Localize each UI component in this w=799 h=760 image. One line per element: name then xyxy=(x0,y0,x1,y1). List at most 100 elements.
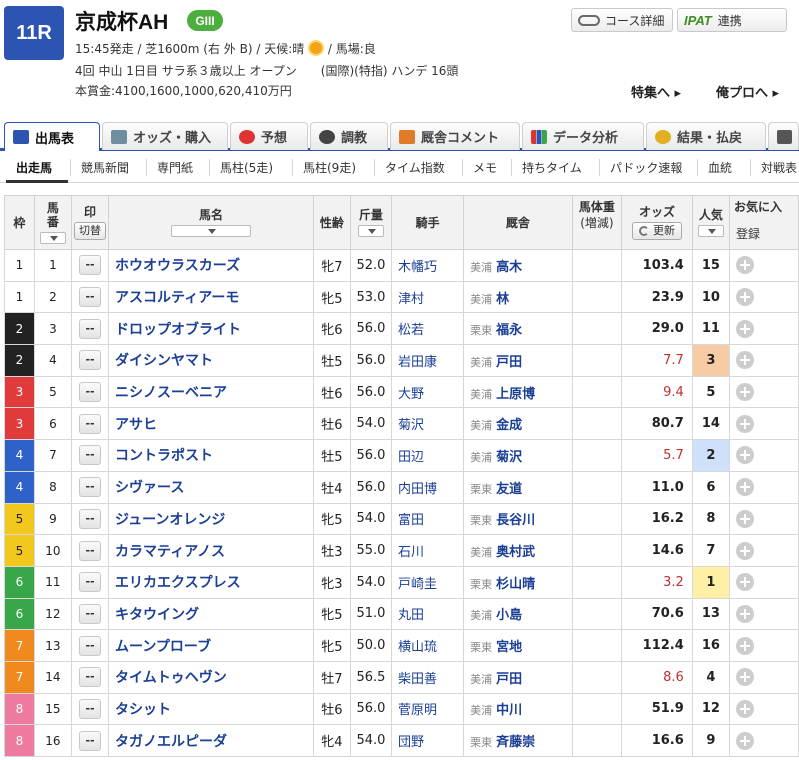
special-feature-link[interactable]: 特集へ ▸ xyxy=(631,82,681,101)
horse-name-link[interactable]: ニシノスーベニア xyxy=(108,375,314,409)
sort-dropdown-icon[interactable] xyxy=(39,232,66,244)
subnav-keiba-shinbun[interactable]: 競馬新聞 xyxy=(70,159,139,176)
mark-select-button[interactable]: -- xyxy=(79,540,102,561)
mark-select-button[interactable]: -- xyxy=(79,445,102,466)
subnav-time-index[interactable]: タイム指数 xyxy=(374,159,455,176)
mark-select-button[interactable]: -- xyxy=(79,255,102,276)
col-ninki[interactable]: 人気 xyxy=(691,195,731,250)
ipat-link-button[interactable]: IPAT 連携 xyxy=(677,8,787,32)
horse-name-link[interactable]: ドロップオブライト xyxy=(108,312,314,346)
subnav-umabashira-9[interactable]: 馬柱(9走) xyxy=(292,159,366,176)
tab-shutsubahyo[interactable]: 出馬表 xyxy=(4,122,100,151)
tab-video[interactable] xyxy=(768,122,799,150)
jockey-link[interactable]: 津村 xyxy=(391,280,465,314)
jockey-link[interactable]: 松若 xyxy=(391,312,465,346)
mark-select-button[interactable]: -- xyxy=(79,572,102,593)
subnav-paddock[interactable]: パドック速報 xyxy=(599,159,692,176)
mark-select-button[interactable]: -- xyxy=(79,350,102,371)
horse-name-link[interactable]: アスコルティアーモ xyxy=(108,280,314,314)
trainer-link[interactable]: 奥村武 xyxy=(496,545,535,560)
col-umaban[interactable]: 馬 番 xyxy=(33,195,73,250)
mark-select-button[interactable]: -- xyxy=(79,318,102,339)
tab-odds[interactable]: オッズ・購入 xyxy=(102,122,228,150)
trainer-link[interactable]: 上原博 xyxy=(496,387,535,402)
mark-select-button[interactable]: -- xyxy=(79,287,102,308)
horse-name-link[interactable]: ジューンオレンジ xyxy=(108,502,314,536)
add-favorite-icon[interactable] xyxy=(736,256,755,275)
mark-select-button[interactable]: -- xyxy=(79,477,102,498)
mark-select-button[interactable]: -- xyxy=(79,667,102,688)
jockey-link[interactable]: 横山琉 xyxy=(391,629,465,662)
add-favorite-icon[interactable] xyxy=(736,319,755,338)
trainer-link[interactable]: 戸田 xyxy=(496,355,522,370)
trainer-link[interactable]: 林 xyxy=(496,292,509,307)
jockey-link[interactable]: 田辺 xyxy=(391,439,465,472)
trainer-link[interactable]: 菊沢 xyxy=(496,450,522,465)
add-favorite-icon[interactable] xyxy=(736,414,755,433)
tab-yosou[interactable]: 予想 xyxy=(230,122,308,150)
trainer-link[interactable]: 高木 xyxy=(496,260,522,275)
odds-refresh-button[interactable]: 更新 xyxy=(632,222,683,240)
trainer-link[interactable]: 福永 xyxy=(496,323,522,338)
jockey-link[interactable]: 大野 xyxy=(391,375,465,409)
horse-name-link[interactable]: ダイシンヤマト xyxy=(108,344,314,377)
horse-name-link[interactable]: カラマティアノス xyxy=(108,534,314,567)
horse-name-link[interactable]: タシット xyxy=(108,692,314,726)
trainer-link[interactable]: 宮地 xyxy=(496,640,522,655)
add-favorite-icon[interactable] xyxy=(736,731,755,750)
course-detail-button[interactable]: コース詳細 xyxy=(571,8,673,32)
add-favorite-icon[interactable] xyxy=(736,541,755,560)
add-favorite-icon[interactable] xyxy=(736,288,755,307)
horse-name-link[interactable]: キタウイング xyxy=(108,597,314,631)
subnav-shussouba[interactable]: 出走馬 xyxy=(6,159,62,176)
mark-select-button[interactable]: -- xyxy=(79,698,102,719)
trainer-link[interactable]: 戸田 xyxy=(496,672,522,687)
add-favorite-icon[interactable] xyxy=(736,573,755,592)
add-favorite-icon[interactable] xyxy=(736,604,755,623)
mark-select-button[interactable]: -- xyxy=(79,508,102,529)
jockey-link[interactable]: 内田博 xyxy=(391,470,465,504)
subnav-mochi-time[interactable]: 持ちタイム xyxy=(511,159,592,176)
add-favorite-icon[interactable] xyxy=(736,478,755,497)
add-favorite-icon[interactable] xyxy=(736,383,755,402)
subnav-pedigree[interactable]: 血統 xyxy=(697,159,742,176)
sort-dropdown-icon[interactable] xyxy=(170,225,251,237)
jockey-link[interactable]: 木幡巧 xyxy=(391,249,465,282)
horse-name-link[interactable]: エリカエクスプレス xyxy=(108,565,314,599)
horse-name-link[interactable]: ホウオウラスカーズ xyxy=(108,249,314,282)
horse-name-link[interactable]: アサヒ xyxy=(108,407,314,441)
subnav-umabashira-5[interactable]: 馬柱(5走) xyxy=(209,159,283,176)
jockey-link[interactable]: 菅原明 xyxy=(391,692,465,726)
horse-name-link[interactable]: タガノエルピーダ xyxy=(108,724,314,757)
trainer-link[interactable]: 中川 xyxy=(496,703,522,718)
jockey-link[interactable]: 丸田 xyxy=(391,597,465,631)
mark-toggle-button[interactable]: 切替 xyxy=(74,222,107,240)
col-horse-name[interactable]: 馬名 xyxy=(108,195,314,250)
subnav-senmonshi[interactable]: 専門紙 xyxy=(146,159,203,176)
jockey-link[interactable]: 菊沢 xyxy=(391,407,465,441)
sort-dropdown-icon[interactable] xyxy=(357,225,384,237)
add-favorite-icon[interactable] xyxy=(736,699,755,718)
jockey-link[interactable]: 戸崎圭 xyxy=(391,565,465,599)
mark-select-button[interactable]: -- xyxy=(79,635,102,656)
subnav-matchup[interactable]: 対戦表 xyxy=(750,159,799,176)
jockey-link[interactable]: 団野 xyxy=(391,724,465,757)
trainer-link[interactable]: 金成 xyxy=(496,418,522,433)
add-favorite-icon[interactable] xyxy=(736,351,755,370)
jockey-link[interactable]: 岩田康 xyxy=(391,344,465,377)
add-favorite-icon[interactable] xyxy=(736,636,755,655)
subnav-memo[interactable]: メモ xyxy=(462,159,507,176)
trainer-link[interactable]: 杉山晴 xyxy=(496,577,535,592)
col-weight[interactable]: 斤量 xyxy=(349,195,393,250)
jockey-link[interactable]: 石川 xyxy=(391,534,465,567)
jockey-link[interactable]: 富田 xyxy=(391,502,465,536)
sort-dropdown-icon[interactable] xyxy=(697,225,724,237)
jockey-link[interactable]: 柴田善 xyxy=(391,660,465,694)
tab-data-analysis[interactable]: データ分析 xyxy=(522,122,644,150)
add-favorite-icon[interactable] xyxy=(736,446,755,465)
tab-choukyou[interactable]: 調教 xyxy=(310,122,388,150)
horse-name-link[interactable]: コントラポスト xyxy=(108,439,314,472)
add-favorite-icon[interactable] xyxy=(736,509,755,528)
tab-stable-comment[interactable]: 厩舎コメント xyxy=(390,122,520,150)
ore-pro-link[interactable]: 俺プロへ ▸ xyxy=(716,82,779,101)
